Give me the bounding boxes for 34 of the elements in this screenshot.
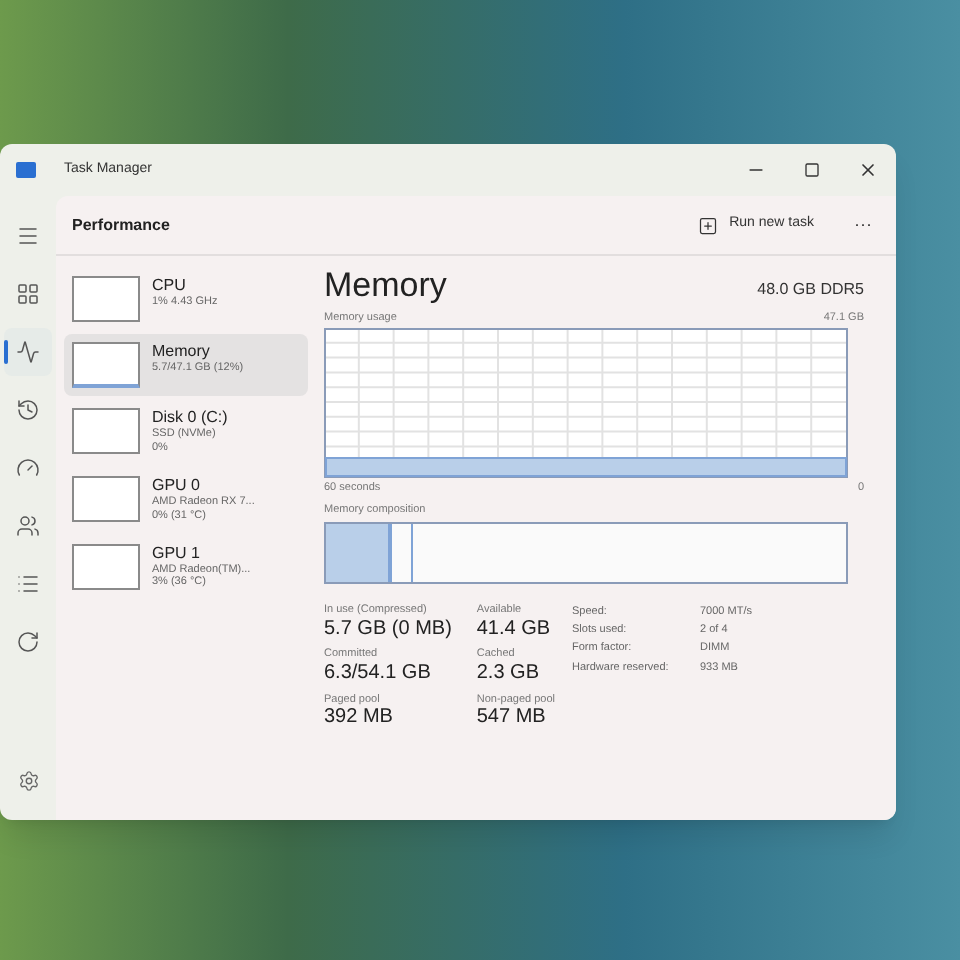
nav-button[interactable] (4, 328, 52, 376)
mini-graph (72, 475, 140, 522)
stat-value: 392 MB (324, 706, 395, 732)
page-title: Performance (72, 213, 170, 237)
device-name: Memory (152, 342, 212, 362)
maximize-icon (804, 162, 820, 178)
device-name: CPU (152, 276, 188, 296)
pulse-icon (16, 340, 40, 364)
gauge-icon (16, 456, 40, 480)
mini-graph (72, 408, 140, 454)
settings-icon (17, 769, 39, 791)
history-icon (16, 398, 40, 422)
stat-value: 5.7 GB (0 MB) (324, 617, 454, 643)
stat-value: 547 MB (476, 706, 548, 732)
circular-arrow-icon (16, 630, 40, 654)
stat-value: 2.3 GB (476, 662, 542, 687)
mini-graph (72, 276, 140, 322)
mini-graph (72, 342, 140, 388)
memory-total: 48.0 GB DDR5 (757, 278, 864, 302)
stat-value: 6.3/54.1 GB (324, 662, 433, 687)
close-icon (858, 160, 878, 180)
menu-icon (16, 224, 40, 248)
device-name: GPU 0 (152, 475, 203, 496)
mini-graph (72, 543, 140, 589)
more-button[interactable]: ··· (846, 211, 880, 239)
users-icon (16, 514, 40, 538)
selection-indicator (4, 340, 8, 364)
device-name: GPU 1 (152, 543, 203, 563)
detail-title: Memory (324, 268, 447, 302)
device-name: Disk 0 (C:) (152, 408, 228, 428)
stat-value: 41.4 GB (476, 617, 553, 643)
new-task-icon (697, 215, 718, 235)
app-icon (16, 162, 36, 178)
grid-icon (16, 282, 40, 306)
